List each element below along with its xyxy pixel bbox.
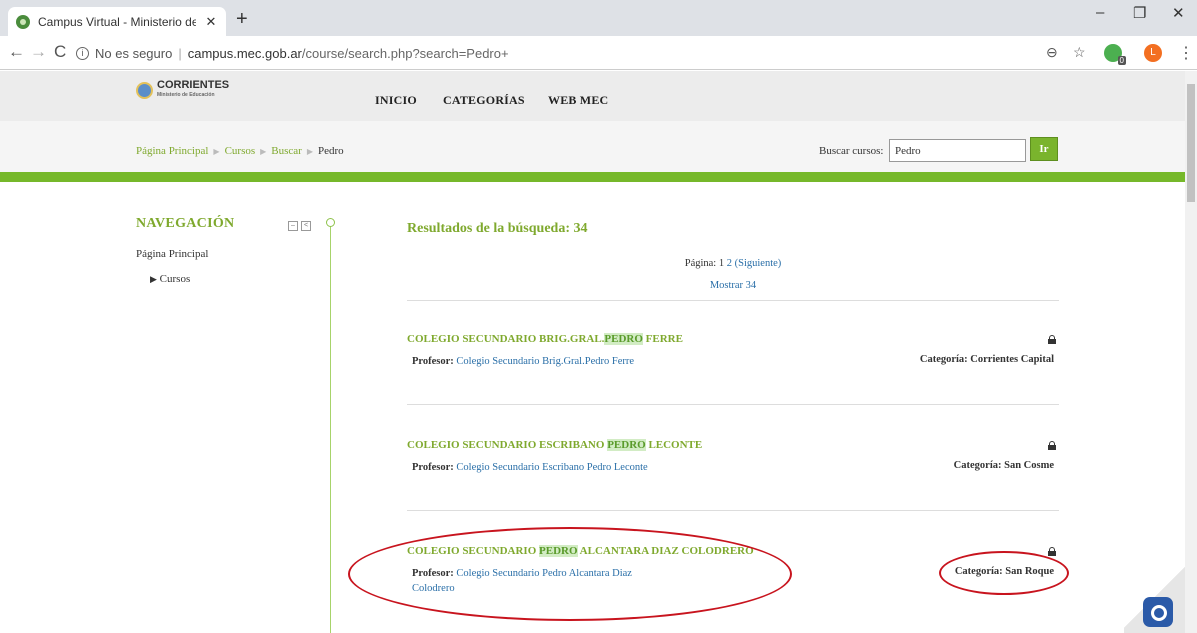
course-result: COLEGIO SECUNDARIO ESCRIBANO PEDRO LECON… — [407, 439, 1059, 489]
next-page-link[interactable]: (Siguiente) — [735, 258, 782, 269]
teacher-link[interactable]: Colegio Secundario Escribano Pedro Lecon… — [456, 462, 647, 473]
site-header: CORRIENTES Ministerio de Educación INICI… — [0, 71, 1185, 121]
address-bar[interactable]: i No es seguro | campus.mec.gob.ar/cours… — [76, 41, 1076, 65]
block-dock-icon[interactable]: < — [301, 221, 311, 231]
browser-toolbar: ← → C i No es seguro | campus.mec.gob.ar… — [0, 36, 1197, 70]
breadcrumb-arrow-icon: ▶ — [306, 146, 313, 156]
nav-inicio[interactable]: INICIO — [375, 93, 417, 108]
site-favicon-icon — [16, 14, 30, 29]
annotation-ellipse-category — [939, 551, 1069, 595]
result-divider — [407, 404, 1059, 405]
course-name-part: LECONTE — [645, 439, 703, 451]
breadcrumb-arrow-icon: ▶ — [260, 146, 267, 156]
url-path: /course/search.php?search=Pedro+ — [301, 45, 509, 61]
seal-icon — [136, 81, 153, 99]
tab-close-icon[interactable]: ✕ — [204, 14, 218, 30]
results-title: Resultados de la búsqueda: 34 — [407, 221, 588, 236]
omnibox-separator: | — [178, 45, 182, 61]
divider-node-icon — [326, 218, 335, 227]
browser-tab[interactable]: Campus Virtual - Ministerio de E ✕ — [8, 7, 226, 36]
new-tab-button[interactable]: + — [236, 8, 248, 31]
show-all-link[interactable]: Mostrar 34 — [710, 280, 756, 291]
extension-badge: 0 — [1117, 56, 1126, 65]
site-logo[interactable]: CORRIENTES Ministerio de Educación — [136, 80, 229, 100]
page-current: 1 — [718, 258, 725, 269]
annotation-ellipse-course — [348, 527, 792, 621]
course-name-link[interactable]: COLEGIO SECUNDARIO BRIG.GRAL.PEDRO FERRE — [407, 333, 683, 345]
result-divider — [407, 300, 1059, 301]
breadcrumb-cursos[interactable]: Cursos — [225, 145, 256, 157]
sidebar-item-courses-label: Cursos — [159, 273, 191, 285]
breadcrumb-buscar[interactable]: Buscar — [271, 145, 302, 157]
search-highlight: PEDRO — [607, 439, 646, 451]
breadcrumb-current: Pedro — [317, 145, 344, 157]
course-teacher: Profesor: Colegio Secundario Escribano P… — [412, 460, 812, 475]
page-label: Página: — [684, 258, 717, 269]
lock-icon — [1048, 335, 1056, 344]
reload-button[interactable]: C — [54, 42, 66, 62]
browser-tab-strip: Campus Virtual - Ministerio de E ✕ + – ❐… — [0, 0, 1197, 36]
back-button[interactable]: ← — [8, 42, 25, 62]
app-logo-icon[interactable] — [1143, 597, 1173, 627]
breadcrumb-home[interactable]: Página Principal — [136, 145, 208, 157]
search-highlight: PEDRO — [604, 333, 643, 345]
tab-title: Campus Virtual - Ministerio de E — [38, 14, 196, 29]
navigation-block-title: NAVEGACIÓN — [136, 216, 235, 231]
bookmark-star-icon[interactable]: ☆ — [1073, 44, 1086, 61]
forward-button[interactable]: → — [30, 42, 47, 62]
block-collapse-icon[interactable]: – — [288, 221, 298, 231]
expand-arrow-icon: ▶ — [150, 274, 157, 284]
breadcrumb: Página Principal ▶ Cursos ▶ Buscar ▶ Ped… — [136, 145, 344, 157]
browser-menu-icon[interactable]: ⋮ — [1178, 43, 1194, 63]
result-divider — [407, 510, 1059, 511]
pagination: Página: 1 2 (Siguiente) — [407, 258, 1059, 269]
green-divider-bar — [0, 172, 1185, 182]
breadcrumb-arrow-icon: ▶ — [213, 146, 220, 156]
lock-icon — [1048, 547, 1056, 556]
sidebar-divider-line — [330, 222, 331, 633]
extension-icon[interactable]: 0 — [1104, 44, 1126, 65]
window-minimize-button[interactable]: – — [1096, 4, 1104, 21]
course-category: Categoría: San Cosme — [953, 460, 1054, 471]
sidebar-item-home[interactable]: Página Principal — [136, 248, 208, 260]
nav-web-mec[interactable]: WEB MEC — [548, 93, 608, 108]
info-icon[interactable]: i — [76, 46, 89, 60]
profile-avatar[interactable]: L — [1144, 44, 1162, 62]
course-result: COLEGIO SECUNDARIO BRIG.GRAL.PEDRO FERRE… — [407, 333, 1059, 383]
not-secure-label: No es seguro — [95, 45, 173, 61]
nav-categorias[interactable]: CATEGORÍAS — [443, 93, 525, 108]
url-host: campus.mec.gob.ar — [187, 45, 302, 61]
teacher-link[interactable]: Colegio Secundario Brig.Gral.Pedro Ferre — [456, 356, 634, 367]
course-category: Categoría: Corrientes Capital — [919, 354, 1054, 365]
course-name-part: FERRE — [642, 333, 683, 345]
course-name-part: COLEGIO SECUNDARIO BRIG.GRAL. — [407, 333, 605, 345]
window-restore-button[interactable]: ❐ — [1133, 4, 1146, 22]
search-label: Buscar cursos: — [819, 145, 884, 157]
url-text: campus.mec.gob.ar/course/search.php?sear… — [188, 46, 509, 61]
teacher-label: Profesor: — [412, 462, 454, 473]
course-name-part: COLEGIO SECUNDARIO ESCRIBANO — [407, 439, 608, 451]
course-search-input[interactable] — [889, 139, 1026, 162]
lock-icon — [1048, 441, 1056, 450]
course-name-link[interactable]: COLEGIO SECUNDARIO ESCRIBANO PEDRO LECON… — [407, 439, 702, 451]
teacher-label: Profesor: — [412, 356, 454, 367]
search-go-button[interactable]: Ir — [1030, 137, 1058, 161]
course-teacher: Profesor: Colegio Secundario Brig.Gral.P… — [412, 354, 662, 369]
sidebar-item-courses[interactable]: ▶ Cursos — [150, 273, 190, 285]
show-all-row: Mostrar 34 — [407, 280, 1059, 291]
zoom-icon[interactable]: ⊖ — [1046, 44, 1058, 61]
window-close-button[interactable]: ✕ — [1172, 4, 1185, 22]
page-2-link[interactable]: 2 — [727, 258, 732, 269]
logo-subtitle: Ministerio de Educación — [157, 92, 215, 98]
scrollbar-thumb[interactable] — [1187, 84, 1195, 202]
logo-text: CORRIENTES Ministerio de Educación — [157, 80, 229, 100]
